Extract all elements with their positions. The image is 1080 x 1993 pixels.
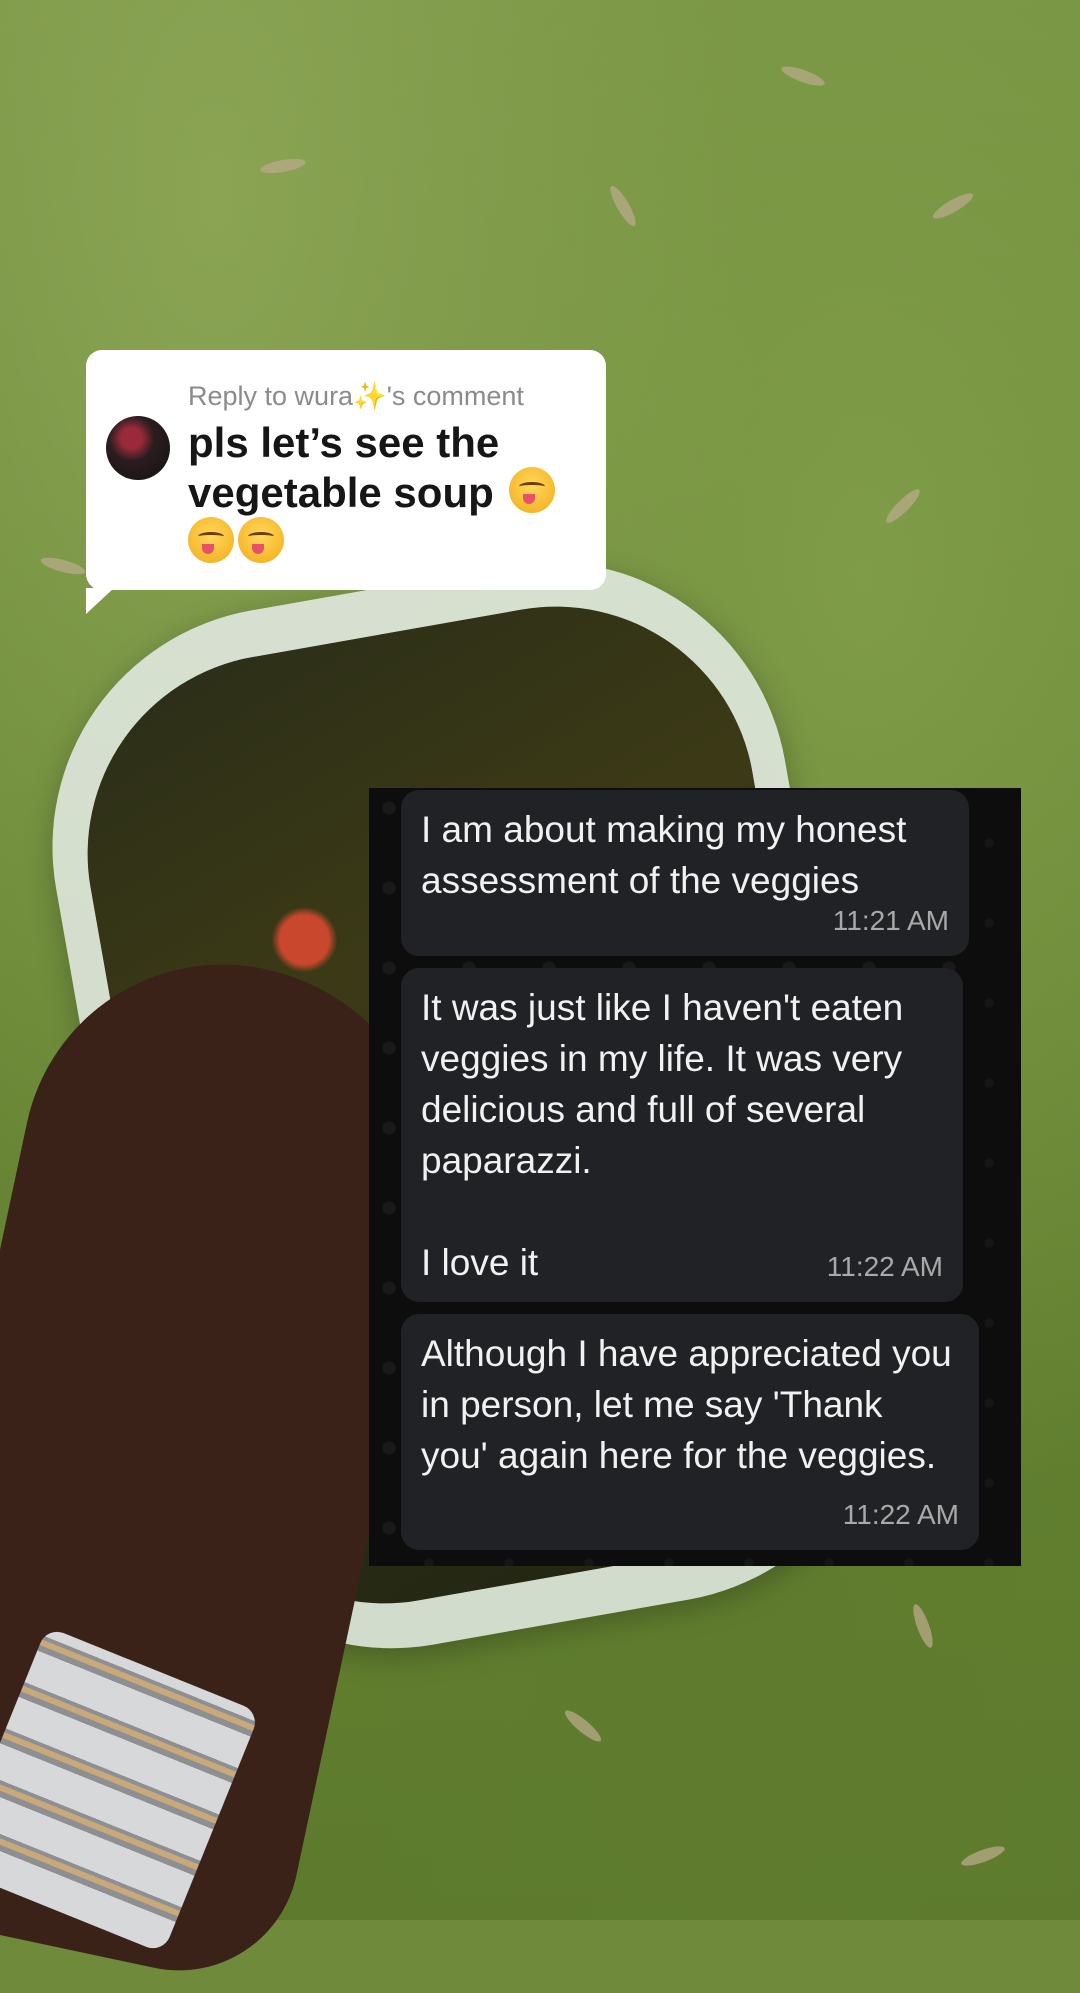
comment-text: pls let’s see the vegetable soup	[188, 418, 588, 567]
chat-message: Although I have appreciated you in perso…	[401, 1314, 979, 1550]
leaf-decoration	[39, 554, 87, 578]
reply-caption: Reply to wura✨'s comment	[188, 380, 524, 412]
leaf-decoration	[259, 156, 307, 176]
leaf-decoration	[561, 1706, 605, 1746]
reply-comment-bubble[interactable]: Reply to wura✨'s comment pls let’s see t…	[86, 350, 606, 614]
chat-message: It was just like I haven't eaten veggies…	[401, 968, 963, 1302]
reply-caption-suffix: 's comment	[386, 381, 524, 411]
leaf-decoration	[779, 62, 827, 90]
message-time: 11:21 AM	[832, 905, 949, 936]
chat-message: I am about making my honest assessment o…	[401, 790, 969, 956]
sparkles-icon: ✨	[353, 381, 387, 411]
savoring-food-emoji-icon	[238, 517, 284, 563]
leaf-decoration	[882, 485, 924, 527]
leaf-decoration	[959, 1842, 1007, 1870]
leaf-decoration	[909, 1602, 937, 1650]
savoring-food-emoji-icon	[509, 467, 556, 513]
avatar	[106, 416, 170, 480]
savoring-food-emoji-icon	[188, 517, 234, 563]
message-time: 11:22 AM	[826, 1251, 943, 1282]
message-text: Although I have appreciated you in perso…	[421, 1333, 962, 1476]
message-time: 11:22 AM	[842, 1499, 959, 1530]
message-text: I am about making my honest assessment o…	[421, 809, 917, 901]
comment-text-content: pls let’s see the vegetable soup	[188, 419, 500, 516]
leaf-decoration	[930, 189, 976, 223]
chat-screenshot: I am about making my honest assessment o…	[369, 788, 1021, 1566]
reply-caption-prefix: Reply to wura	[188, 381, 354, 411]
leaf-decoration	[606, 183, 640, 229]
